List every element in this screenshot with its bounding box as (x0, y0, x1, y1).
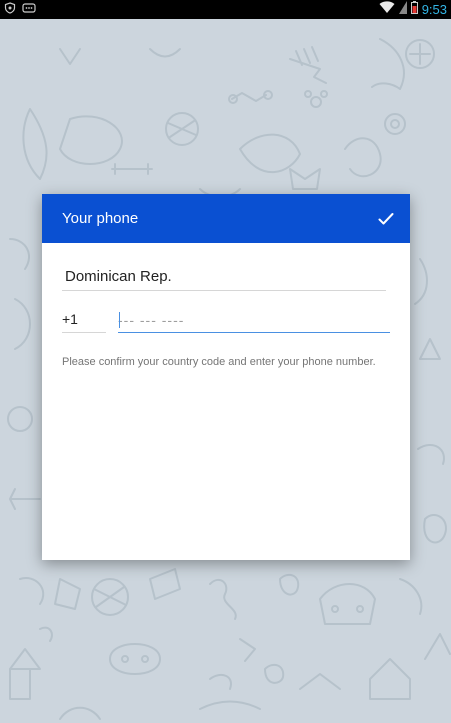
dialog-header: Your phone (42, 194, 410, 243)
country-select[interactable]: Dominican Rep. (62, 266, 386, 291)
check-icon (378, 212, 394, 224)
signal-icon (398, 0, 407, 19)
phone-number-input[interactable] (118, 308, 390, 333)
shield-icon (4, 1, 16, 19)
battery-icon (410, 0, 418, 19)
wifi-icon (379, 0, 395, 19)
text-caret (119, 312, 120, 328)
status-bar: 9:53 (0, 0, 451, 19)
confirm-button[interactable] (376, 209, 396, 229)
dialog-title: Your phone (62, 210, 139, 227)
hint-text: Please confirm your country code and ent… (62, 356, 376, 368)
bbm-icon (22, 1, 36, 19)
status-clock: 9:53 (421, 2, 447, 17)
phone-dialog: Your phone Dominican Rep. +1 Please conf… (42, 194, 410, 560)
country-code-field[interactable]: +1 (62, 308, 106, 333)
